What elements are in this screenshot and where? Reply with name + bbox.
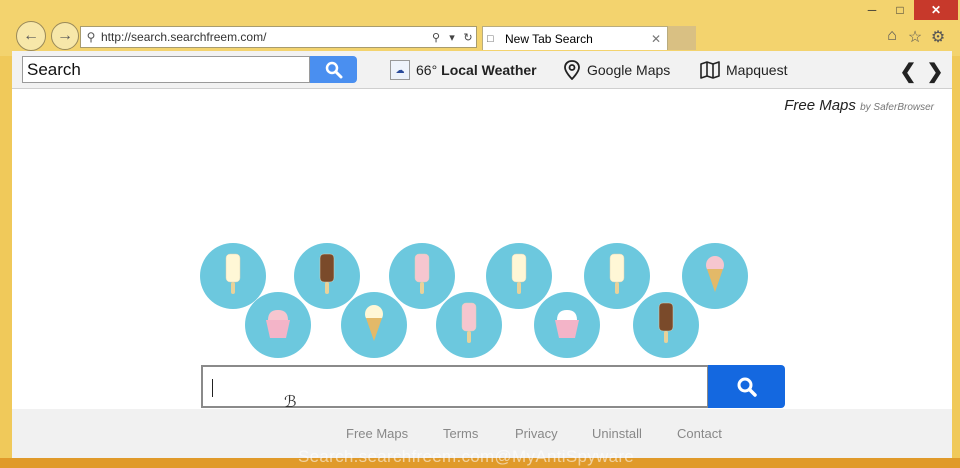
brand-logo: Free Maps by SaferBrowser (784, 97, 934, 114)
mapquest-link[interactable]: Mapquest (700, 60, 787, 80)
popsicle-vanilla-icon (509, 252, 529, 301)
footer-link-free-maps[interactable]: Free Maps (346, 426, 408, 441)
popsicle-vanilla-icon (223, 252, 243, 301)
ice-cream-cone-icon (703, 254, 727, 299)
ice-cream-bubble (584, 243, 650, 309)
chevron-left-icon[interactable]: ❮ (898, 60, 918, 83)
google-maps-label: Google Maps (587, 62, 671, 78)
ice-cream-bubble (682, 243, 748, 309)
popsicle-pink-icon (412, 252, 432, 301)
popsicle-chocolate-icon (317, 252, 337, 301)
tab-title: New Tab Search (505, 31, 593, 46)
refresh-icon[interactable]: ↻ (460, 31, 476, 44)
watermark: Search.searchfreem.com@MyAntiSpyware (298, 447, 635, 466)
local-weather-link[interactable]: ☁ 66° Local Weather (390, 60, 537, 80)
chevron-right-icon[interactable]: ❯ (925, 60, 945, 83)
forward-button[interactable]: → (51, 22, 79, 50)
footer-link-privacy[interactable]: Privacy (515, 426, 558, 441)
tab-new-tab-search[interactable]: □ New Tab Search ✕ (482, 26, 668, 50)
footer-link-uninstall[interactable]: Uninstall (592, 426, 642, 441)
ice-cream-bubble (389, 243, 455, 309)
address-bar[interactable]: ⚲ http://search.searchfreem.com/ ⚲ ▾ ↻ (80, 26, 477, 48)
ice-cream-bubble (534, 292, 600, 358)
url-text[interactable]: http://search.searchfreem.com/ (101, 30, 428, 44)
footer-link-contact[interactable]: Contact (677, 426, 722, 441)
brand-name: Free Maps (784, 97, 856, 114)
arrow-right-icon: → (57, 27, 73, 44)
popsicle-pink-icon (459, 301, 479, 350)
ice-cream-bubble (294, 243, 360, 309)
folded-map-icon (700, 61, 720, 79)
home-icon[interactable]: ⌂ (882, 27, 902, 47)
ice-cream-bubble (436, 292, 502, 358)
main-search-input[interactable] (201, 365, 709, 408)
arrow-left-icon: ← (23, 27, 39, 44)
toolbar-search-button[interactable] (310, 56, 357, 83)
dropdown-icon[interactable]: ▾ (444, 31, 460, 44)
ice-cream-bubble (633, 292, 699, 358)
ice-cream-cone-icon (362, 303, 386, 348)
weather-temperature: 66° (416, 62, 438, 78)
map-pin-icon (564, 60, 580, 80)
search-icon[interactable]: ⚲ (428, 31, 444, 44)
main-search-button[interactable] (708, 365, 785, 408)
search-icon (737, 377, 757, 397)
close-window-button[interactable]: ✕ (914, 0, 958, 20)
minimize-button[interactable]: ─ (858, 0, 886, 20)
gear-icon[interactable]: ⚙ (928, 27, 948, 47)
cupcake-icon (552, 306, 582, 345)
popsicle-vanilla-icon (607, 252, 627, 301)
weather-label: Local Weather (441, 62, 537, 78)
toolbar-search-input[interactable]: Search (22, 56, 310, 83)
close-tab-icon[interactable]: ✕ (651, 32, 661, 46)
new-tab-button[interactable] (668, 26, 696, 50)
back-button[interactable]: ← (16, 21, 46, 51)
search-icon (325, 61, 342, 78)
maximize-button[interactable]: □ (886, 0, 914, 20)
mapquest-label: Mapquest (726, 62, 788, 78)
google-maps-link[interactable]: Google Maps (563, 60, 670, 80)
page-icon: □ (487, 32, 494, 45)
ice-cream-bubble (486, 243, 552, 309)
toolbar-search-text: Search (27, 59, 81, 79)
brand-by: by SaferBrowser (860, 102, 934, 113)
ice-cream-bubble (341, 292, 407, 358)
cupcake-icon (263, 306, 293, 345)
popsicle-chocolate-icon (656, 301, 676, 350)
weather-icon: ☁ (390, 60, 410, 80)
ice-cream-bubble (245, 292, 311, 358)
footer-link-terms[interactable]: Terms (443, 426, 478, 441)
page-content (12, 89, 952, 409)
page-icon: ⚲ (86, 30, 96, 44)
text-caret (212, 379, 213, 397)
star-icon[interactable]: ☆ (905, 27, 925, 47)
